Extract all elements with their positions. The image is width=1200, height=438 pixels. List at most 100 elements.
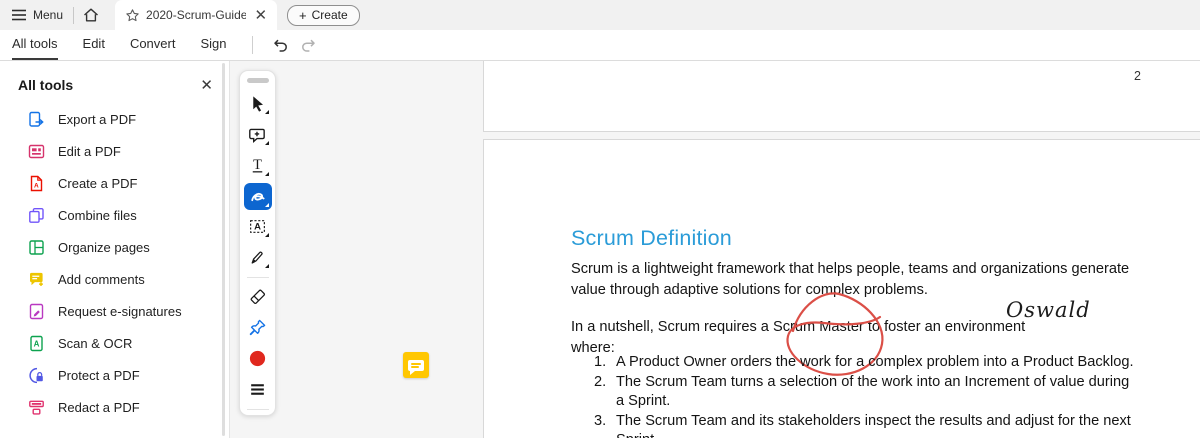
eraser-icon — [248, 287, 267, 306]
edit-pdf-icon — [28, 143, 45, 160]
draw-tool[interactable] — [243, 182, 272, 210]
list-item-number: 2. — [594, 373, 607, 390]
home-button[interactable] — [74, 0, 108, 30]
document-tab[interactable]: 2020-Scrum-Guide-US.p... ✕ — [115, 0, 278, 30]
tab-sign[interactable]: Sign — [200, 30, 226, 60]
protect-pdf-icon — [28, 367, 45, 384]
toolbar-divider — [246, 409, 269, 410]
redo-button[interactable] — [295, 30, 325, 60]
sidebar-tool-list: Export a PDF Edit a PDF A Create a PDF Combi… — [0, 103, 229, 423]
sidebar-scrollbar[interactable] — [222, 63, 225, 436]
star-icon[interactable] — [125, 8, 140, 23]
tab-all-tools[interactable]: All tools — [12, 30, 58, 60]
annotation-toolbar: TA — [239, 70, 276, 416]
caret-icon — [264, 140, 269, 145]
text-tool[interactable]: T — [244, 152, 272, 179]
combine-files-icon — [28, 207, 45, 224]
select-tool[interactable] — [244, 90, 272, 117]
export-pdf-icon — [28, 111, 45, 128]
svg-text:A: A — [34, 339, 40, 348]
comment-bubble-icon — [408, 359, 424, 375]
caret-icon — [264, 233, 269, 238]
sidebar-item-add-comments[interactable]: Add comments — [0, 263, 229, 295]
list-item-number: 3. — [594, 412, 607, 429]
scan-ocr-icon: A — [28, 335, 45, 352]
document-canvas: TA 2 Scrum Definition Scrum is a lightwe… — [230, 61, 1200, 438]
caret-icon — [264, 264, 269, 269]
close-panel-icon[interactable]: ✕ — [200, 78, 213, 93]
create-button[interactable]: + Create — [287, 4, 360, 26]
sidebar-item-organize-pages[interactable]: Organize pages — [0, 231, 229, 263]
pin-icon — [248, 318, 267, 337]
top-bar: Menu 2020-Scrum-Guide-US.p... ✕ + Create — [0, 0, 1200, 30]
list-item-text: The Scrum Team turns a selection of the … — [616, 373, 1130, 410]
sidebar-item-label: Request e-signatures — [58, 303, 182, 319]
pdf-page-1: 2 — [483, 61, 1200, 132]
toolbar-drag-handle[interactable] — [246, 78, 269, 83]
tab-title: 2020-Scrum-Guide-US.p... — [146, 8, 247, 22]
doc-heading: Scrum Definition — [571, 226, 732, 250]
sidebar-item-label: Protect a PDF — [58, 367, 140, 383]
redact-pdf-icon — [28, 399, 45, 416]
svg-text:A: A — [34, 182, 39, 189]
create-label: Create — [311, 8, 348, 22]
main-area: All tools ✕ Export a PDF Edit a PDF A Creat… — [0, 61, 1200, 438]
color-swatch[interactable] — [244, 345, 272, 372]
line-thickness-tool[interactable] — [244, 376, 272, 403]
sidebar-item-label: Export a PDF — [58, 111, 137, 127]
list-item-text: The Scrum Team and its stakeholders insp… — [616, 412, 1131, 438]
all-tools-panel: All tools ✕ Export a PDF Edit a PDF A Creat… — [0, 61, 230, 438]
sidebar-item-scan-ocr[interactable]: A Scan & OCR — [0, 327, 229, 359]
caret-icon — [264, 109, 269, 114]
eraser-tool[interactable] — [244, 283, 272, 310]
undo-button[interactable] — [265, 30, 295, 60]
sticky-note-annotation[interactable] — [403, 352, 429, 378]
home-icon — [84, 8, 98, 22]
tab-convert[interactable]: Convert — [130, 30, 176, 60]
panel-title: All tools — [18, 77, 74, 93]
sidebar-item-protect-a-pdf[interactable]: Protect a PDF — [0, 359, 229, 391]
document-list: 1. A Product Owner orders the work for a … — [594, 353, 1134, 438]
caret-icon — [264, 202, 269, 207]
organize-pages-icon — [28, 239, 45, 256]
menu-button[interactable]: Menu — [0, 0, 73, 30]
sidebar-item-label: Create a PDF — [58, 175, 138, 191]
tab-close-icon[interactable]: ✕ — [252, 8, 269, 23]
sidebar-item-export-a-pdf[interactable]: Export a PDF — [0, 103, 229, 135]
signature-annotation[interactable]: Oswald — [1006, 298, 1091, 322]
page-number: 2 — [1134, 69, 1141, 83]
tab-edit[interactable]: Edit — [83, 30, 105, 60]
add-comment-tool[interactable] — [244, 121, 272, 148]
sidebar-item-label: Scan & OCR — [58, 335, 133, 351]
acrobat-window: Menu 2020-Scrum-Guide-US.p... ✕ + Create… — [0, 0, 1200, 438]
list-item: 2. The Scrum Team turns a selection of th… — [594, 373, 1134, 412]
doc-paragraph-1: Scrum is a lightweight framework that he… — [571, 261, 1130, 298]
panel-header: All tools ✕ — [0, 61, 229, 93]
menubar-divider — [251, 36, 253, 54]
list-item-text: A Product Owner orders the work for a co… — [616, 354, 1134, 370]
svg-text:A: A — [254, 222, 261, 233]
sidebar-item-redact-a-pdf[interactable]: Redact a PDF — [0, 391, 229, 423]
sidebar-item-create-a-pdf[interactable]: A Create a PDF — [0, 167, 229, 199]
sidebar-item-label: Add comments — [58, 271, 145, 287]
list-item: 1. A Product Owner orders the work for a … — [594, 353, 1134, 373]
highlighter-tool[interactable] — [244, 244, 272, 271]
pin-tool[interactable] — [244, 314, 272, 341]
sidebar-item-edit-a-pdf[interactable]: Edit a PDF — [0, 135, 229, 167]
sidebar-item-label: Organize pages — [58, 239, 150, 255]
menu-label: Menu — [33, 8, 64, 22]
sidebar-item-request-e-signatures[interactable]: Request e-signatures — [0, 295, 229, 327]
sidebar-item-label: Redact a PDF — [58, 399, 140, 415]
list-item: 3. The Scrum Team and its stakeholders in… — [594, 412, 1134, 438]
create-pdf-icon: A — [28, 175, 45, 192]
add-comments-icon — [28, 271, 45, 288]
sidebar-item-label: Edit a PDF — [58, 143, 121, 159]
request-esignatures-icon — [28, 303, 45, 320]
hamburger-icon — [12, 9, 26, 21]
caret-icon — [264, 171, 269, 176]
toolbar-divider — [246, 277, 269, 279]
sidebar-item-combine-files[interactable]: Combine files — [0, 199, 229, 231]
plus-icon: + — [299, 7, 307, 23]
menu-bar: All tools Edit Convert Sign — [0, 30, 1200, 61]
text-box-tool[interactable]: A — [244, 214, 272, 241]
